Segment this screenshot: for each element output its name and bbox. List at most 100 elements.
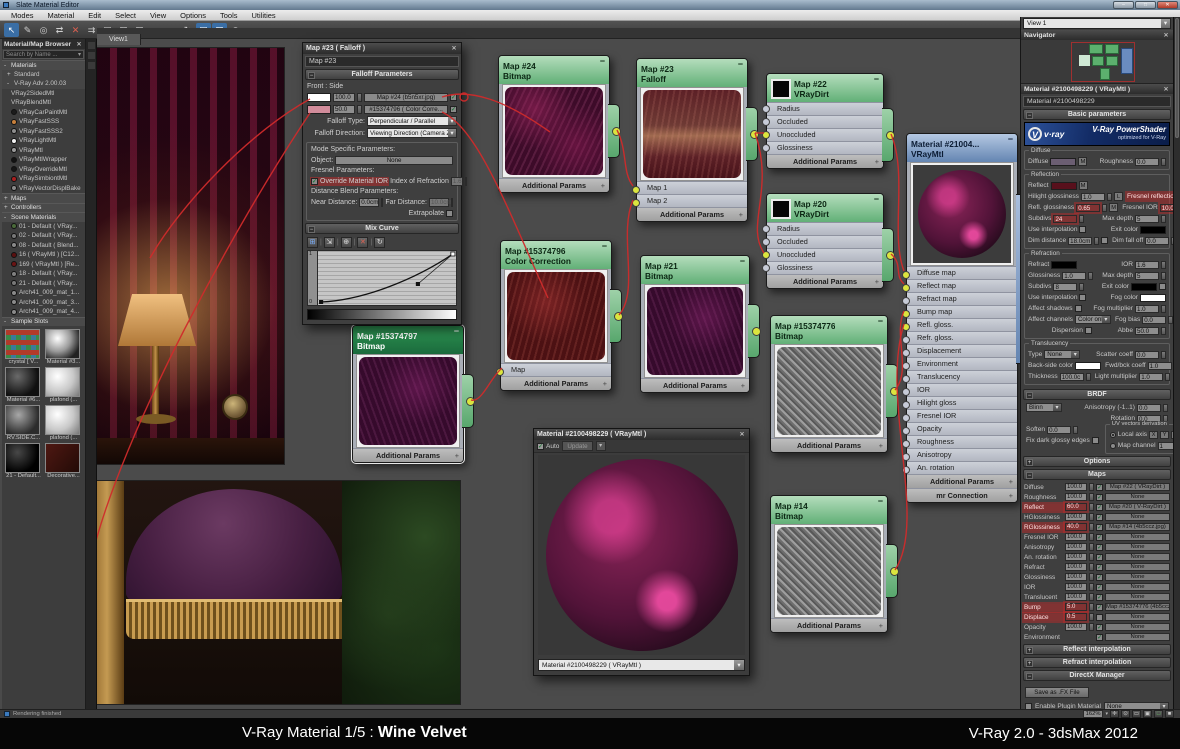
map-name-field[interactable]: Map #23 xyxy=(305,56,459,67)
spinner[interactable] xyxy=(1089,503,1094,511)
browser-01-default-vray[interactable]: 01 - Default ( VRay... xyxy=(2,222,85,232)
node-map24[interactable]: Map #24 Bitmap − Additional Params + xyxy=(498,55,621,193)
spinner[interactable] xyxy=(1161,304,1166,313)
map-amount-field[interactable]: 60.0 xyxy=(1065,503,1087,511)
node-input-an-rotation[interactable]: An. rotation xyxy=(907,461,1017,474)
map-amount-field[interactable]: 40.0 xyxy=(1065,523,1087,531)
extrapolate-checkbox[interactable] xyxy=(446,209,453,217)
update-button[interactable]: Update xyxy=(562,441,593,451)
node-input-displacement[interactable]: Displacement xyxy=(907,344,1017,357)
expand-icon[interactable]: + xyxy=(4,195,11,202)
node-map23[interactable]: Map #23 Falloff − Map 1 Map 2 Additional Para… xyxy=(632,58,759,222)
input-socket-map-2[interactable] xyxy=(632,198,640,207)
node-input-ior[interactable]: IOR xyxy=(907,383,1017,396)
sample-slot-crystal-v[interactable]: crystal [ V... xyxy=(5,329,42,365)
rollout-brdf[interactable]: − BRDF xyxy=(1023,389,1171,400)
strip-icon[interactable] xyxy=(87,52,95,59)
sample-slot-material-3[interactable]: Material #3... xyxy=(45,329,82,365)
scrollbar[interactable] xyxy=(1173,17,1180,709)
front-amount-field[interactable]: 100.0 xyxy=(333,92,355,102)
axis-button-y[interactable]: Y xyxy=(1160,430,1170,439)
node-header[interactable]: Map #22 VRayDirt − xyxy=(767,74,883,102)
node-map21[interactable]: Map #21 Bitmap − Additional Params + xyxy=(640,255,761,393)
collapse-icon[interactable]: − xyxy=(874,194,879,204)
spinner[interactable] xyxy=(1089,483,1094,491)
spinner[interactable] xyxy=(1089,553,1094,561)
node-map15374776[interactable]: Map #15374776 Bitmap − Additional Params + xyxy=(770,315,899,453)
node-params-row[interactable]: Additional Params + xyxy=(771,438,887,452)
map-amount-field[interactable]: 100.0 xyxy=(1065,553,1087,561)
map-button[interactable]: Map #15374776 (4b5ccz.jpg) xyxy=(1105,603,1170,611)
node-header[interactable]: Map #24 Bitmap − xyxy=(499,56,609,84)
auto-update-checkbox[interactable]: ✓ Auto xyxy=(537,442,559,450)
checkbox[interactable] xyxy=(1101,237,1109,244)
param-value-field[interactable]: 8 xyxy=(1053,282,1078,291)
node-header[interactable]: Map #21 Bitmap − xyxy=(641,256,749,284)
output-socket[interactable] xyxy=(612,127,621,136)
browser-maps[interactable]: + Maps xyxy=(2,193,85,203)
spinner[interactable] xyxy=(1089,613,1094,621)
checkbox[interactable] xyxy=(1074,305,1082,312)
map-button[interactable]: Map #20 ( V-RayDirt ) xyxy=(1105,503,1170,511)
map-amount-field[interactable]: 100.0 xyxy=(1065,533,1087,541)
rollout-reflect-interpolation[interactable]: + Reflect interpolation xyxy=(1023,644,1171,655)
spinner[interactable] xyxy=(1089,593,1094,601)
map-button[interactable]: None xyxy=(1105,553,1170,561)
rollout-falloff-parameters[interactable]: − Falloff Parameters xyxy=(305,69,459,80)
browser-18-default-vray[interactable]: 18 - Default ( VRay... xyxy=(2,269,85,279)
browser-materials[interactable]: - Materials xyxy=(2,60,85,70)
output-socket[interactable] xyxy=(752,327,761,336)
chevron-down-icon[interactable]: ▾ xyxy=(1105,711,1108,717)
param-value-field[interactable]: 0.65 xyxy=(1076,203,1101,212)
input-socket-unoccluded[interactable] xyxy=(762,130,770,139)
expand-icon[interactable]: + xyxy=(7,71,14,78)
rollout-maps[interactable]: − Maps xyxy=(1023,469,1171,480)
browser-v-ray-adv-2-00-03[interactable]: - V-Ray Adv 2.00.03 xyxy=(2,79,85,89)
menu-view[interactable]: View xyxy=(143,11,173,20)
spinner[interactable] xyxy=(1089,513,1094,521)
curve-plot[interactable] xyxy=(317,250,457,306)
map-amount-field[interactable]: 100.0 xyxy=(1065,483,1087,491)
output-socket[interactable] xyxy=(466,397,475,406)
node-map14[interactable]: Map #14 Bitmap − Additional Params + xyxy=(770,495,899,633)
node-input-diffuse-map[interactable]: Diffuse map xyxy=(907,266,1017,279)
param-value-field[interactable]: 24 xyxy=(1053,214,1078,223)
spinner[interactable] xyxy=(1089,603,1094,611)
menu-material[interactable]: Material xyxy=(41,11,82,20)
spinner[interactable] xyxy=(357,92,362,102)
map-enable-checkbox[interactable]: ✓ xyxy=(1096,563,1103,571)
chevron-down-icon[interactable]: ▾ xyxy=(78,51,81,58)
browser-controllers[interactable]: + Controllers xyxy=(2,202,85,212)
spinner[interactable] xyxy=(381,197,384,207)
node-input-reflect-map[interactable]: Reflect map xyxy=(907,279,1017,292)
zoom-level-field[interactable]: 162% xyxy=(1082,710,1104,718)
node-input-radius[interactable]: Radius xyxy=(767,102,883,115)
node-input-unoccluded[interactable]: Unoccluded xyxy=(767,128,883,141)
browser-vrayfastsss[interactable]: VRayFastSSS xyxy=(2,117,85,127)
pan-icon[interactable]: ✛ xyxy=(1110,710,1119,718)
param-value-field[interactable]: 1.0 xyxy=(1135,304,1159,313)
node-input-bump-map[interactable]: Bump map xyxy=(907,305,1017,318)
param-value-field[interactable]: 5 xyxy=(1135,271,1159,280)
map-channel-field[interactable]: 1 xyxy=(1157,441,1173,450)
node-input-fresnel-ior[interactable]: Fresnel IOR xyxy=(907,409,1017,422)
node-input-occluded[interactable]: Occluded xyxy=(767,115,883,128)
browser-vrayfastsss2[interactable]: VRayFastSSS2 xyxy=(2,127,85,137)
checkbox[interactable] xyxy=(1091,437,1099,444)
front-map-checkbox[interactable]: ✓ xyxy=(450,93,457,101)
node-input-unoccluded[interactable]: Unoccluded xyxy=(767,248,883,261)
panel-title-bar[interactable]: Map #23 ( Falloff ) ✕ xyxy=(303,43,461,54)
node-input-radius[interactable]: Radius xyxy=(767,222,883,235)
expand-icon[interactable]: - xyxy=(4,318,11,325)
browser-sample-slots[interactable]: - Sample Slots xyxy=(2,316,85,326)
input-socket-ior[interactable] xyxy=(902,387,910,396)
spinner[interactable] xyxy=(1165,372,1171,381)
browser-vraymtlwrapper[interactable]: VRayMtlWrapper xyxy=(2,155,85,165)
node-header[interactable]: Map #20 VRayDirt − xyxy=(767,194,883,222)
map-button[interactable]: Map #14 (4b5ccz.jpg) xyxy=(1105,523,1170,531)
node-params-row[interactable]: Additional Params + xyxy=(767,154,883,168)
front-map-button[interactable]: Map #24 (b5n5xr.jpg) xyxy=(364,92,448,102)
expand-icon[interactable]: - xyxy=(4,62,11,69)
browser-scene-materials[interactable]: - Scene Materials xyxy=(2,212,85,222)
color-swatch[interactable] xyxy=(1131,282,1157,291)
